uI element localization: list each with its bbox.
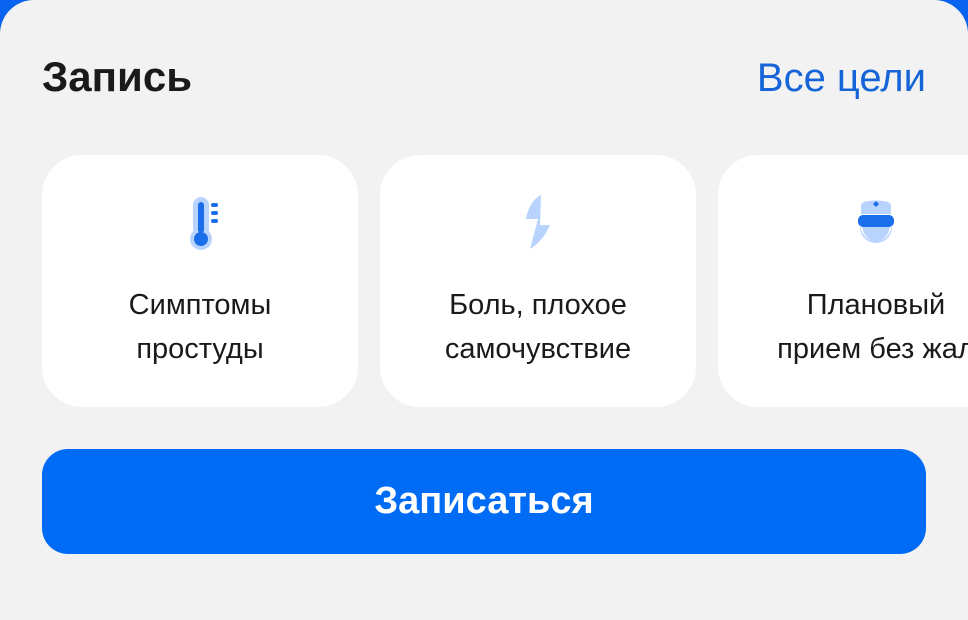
thermometer-icon [190,197,218,250]
book-appointment-button[interactable]: Записаться [42,449,926,554]
goal-card-label: Боль, плохое самочувствие [444,289,632,365]
goal-card-cold-symptoms[interactable]: Симптомы простуды [42,155,358,407]
goal-card-planned-visit[interactable]: Плановый прием без жал [718,155,968,407]
all-goals-link[interactable]: Все цели [757,54,926,102]
lightning-icon [526,195,550,249]
goal-card-label: Симптомы простуды [128,289,272,365]
goal-card-pain[interactable]: Боль, плохое самочувствие [380,155,696,407]
goal-panel: Запись Все цели Симптомы простуды Боль, … [0,0,968,620]
section-title: Запись [42,53,193,100]
goal-card-label: Плановый прием без жал [777,289,968,365]
doctor-icon [858,200,894,243]
goal-cards-row: Симптомы простуды Боль, плохое самочувст… [42,155,968,407]
